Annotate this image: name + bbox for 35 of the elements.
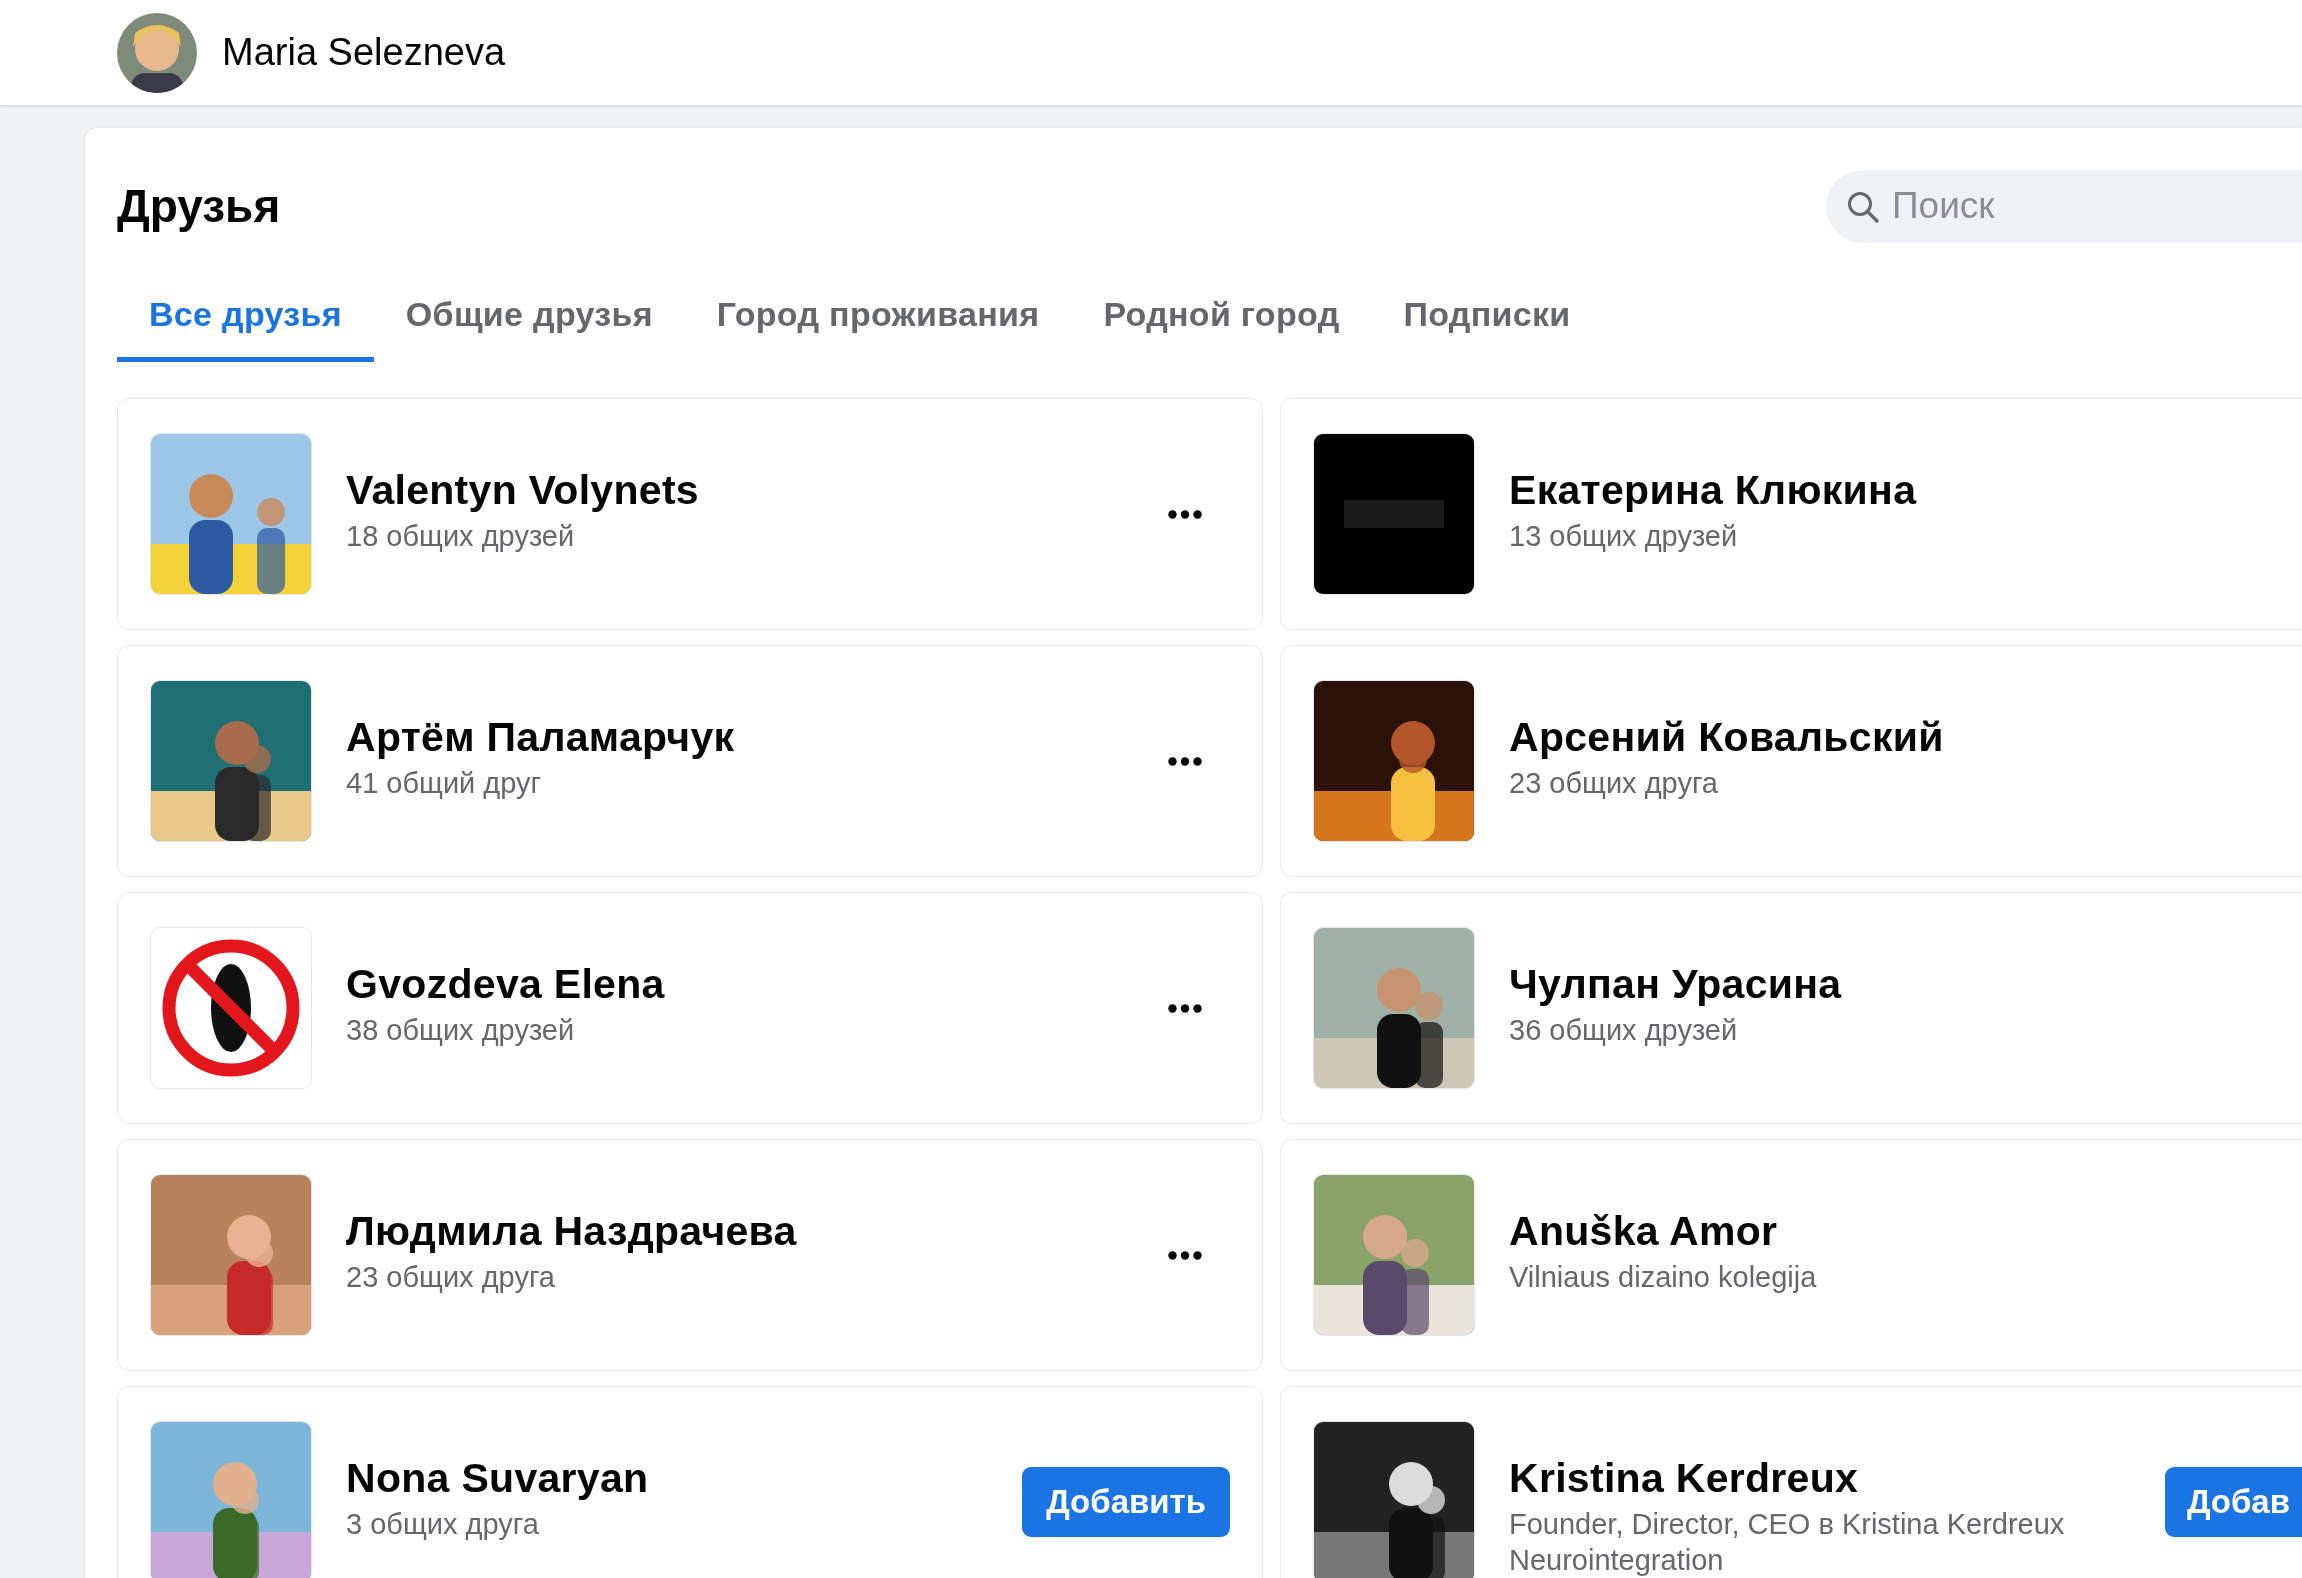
friend-name[interactable]: Чулпан Урасина xyxy=(1509,961,2302,1008)
friend-detail: Vilniaus dizaino kolegija xyxy=(1509,1260,1818,1295)
tab[interactable]: Город проживания xyxy=(684,272,1072,362)
friend-detail: 18 общих друзей xyxy=(346,519,576,554)
tab[interactable]: Все друзья xyxy=(117,272,374,362)
add-friend-button[interactable]: Добавить xyxy=(1022,1467,1230,1537)
add-friend-button[interactable]: Добав xyxy=(2164,1467,2302,1537)
profile-name[interactable]: Maria Selezneva xyxy=(222,31,506,74)
tab[interactable]: Общие друзья xyxy=(373,272,685,362)
page-title: Друзья xyxy=(117,179,281,233)
search-icon xyxy=(1846,189,1880,224)
more-icon xyxy=(1168,1003,1202,1013)
friend-name[interactable]: Артём Паламарчук xyxy=(346,714,1124,761)
tab[interactable]: Подписки xyxy=(1371,272,1603,362)
friend-detail: 3 общих друга xyxy=(346,1507,540,1542)
friend-name[interactable]: Екатерина Клюкина xyxy=(1509,467,2302,514)
tab[interactable]: Родной город xyxy=(1071,272,1372,362)
friend-detail: 41 общий друг xyxy=(346,766,543,801)
more-icon xyxy=(1168,756,1202,766)
friend-name[interactable]: Арсений Ковальский xyxy=(1509,714,2302,761)
friend-detail: 23 общих друга xyxy=(1509,766,1719,801)
friend-detail: 36 общих друзей xyxy=(1509,1013,1739,1048)
friend-name[interactable]: Nona Suvaryan xyxy=(346,1455,989,1502)
friend-name[interactable]: Людмила Наздрачева xyxy=(346,1208,1124,1255)
friend-detail: Founder, Director, CEO в Kristina Kerdreux Neurointegration xyxy=(1509,1507,2066,1578)
friend-detail: 23 общих друга xyxy=(346,1260,556,1295)
friend-detail: 13 общих друзей xyxy=(1509,519,1739,554)
friend-name[interactable]: Gvozdeva Elena xyxy=(346,961,1124,1008)
friend-name[interactable]: Kristina Kerdreux xyxy=(1509,1455,2131,1502)
more-icon xyxy=(1168,1250,1202,1260)
friend-name[interactable]: Valentyn Volynets xyxy=(346,467,1124,514)
search-field[interactable]: Поиск xyxy=(1826,169,2302,243)
more-icon xyxy=(1168,509,1202,519)
friend-detail: 38 общих друзей xyxy=(346,1013,576,1048)
friend-name[interactable]: Anuška Amor xyxy=(1509,1208,2302,1255)
